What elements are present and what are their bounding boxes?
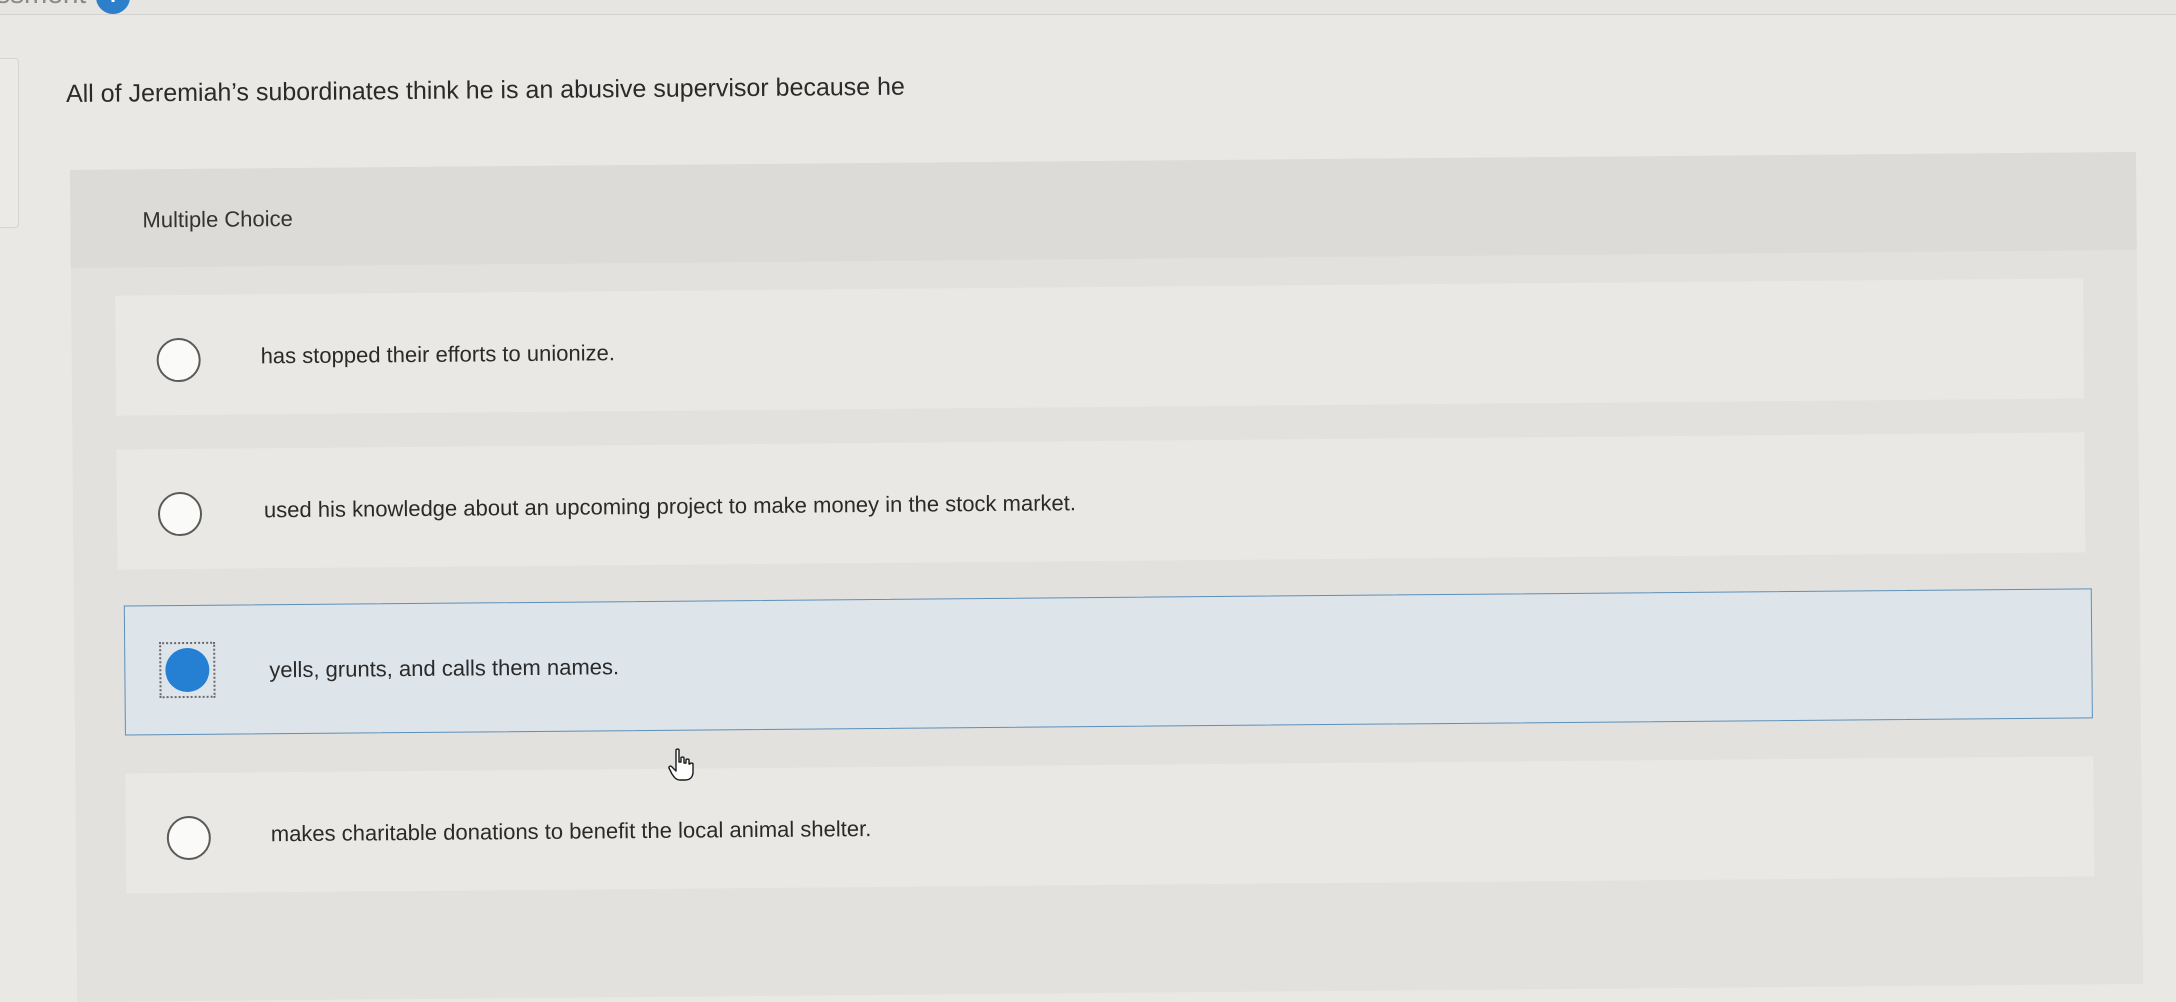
breadcrumb: ssment bbox=[0, 0, 86, 10]
answer-option-3[interactable]: yells, grunts, and calls them names. bbox=[123, 588, 2093, 736]
answer-option-label: has stopped their efforts to unionize. bbox=[260, 340, 616, 369]
side-tab bbox=[0, 58, 19, 228]
radio-button-selected[interactable] bbox=[165, 647, 210, 693]
question-type-label: Multiple Choice bbox=[142, 206, 293, 233]
answer-option-4[interactable]: makes charitable donations to benefit th… bbox=[125, 756, 2095, 894]
answer-option-label: yells, grunts, and calls them names. bbox=[269, 654, 620, 683]
top-strip: ssment i bbox=[0, 0, 2176, 15]
question-prompt: All of Jeremiah’s subordinates think he … bbox=[65, 72, 905, 108]
radio-button[interactable] bbox=[166, 815, 212, 861]
answer-option-label: used his knowledge about an upcoming pro… bbox=[263, 490, 1077, 523]
panel-header: Multiple Choice bbox=[70, 151, 2137, 268]
hand-pointer-icon bbox=[668, 748, 694, 781]
radio-button[interactable] bbox=[156, 337, 201, 383]
answer-option-label: makes charitable donations to benefit th… bbox=[270, 816, 872, 847]
answer-option-1[interactable]: has stopped their efforts to unionize. bbox=[115, 278, 2085, 416]
radio-button[interactable] bbox=[157, 491, 203, 537]
info-icon[interactable]: i bbox=[96, 0, 130, 14]
answer-option-2[interactable]: used his knowledge about an upcoming pro… bbox=[116, 432, 2086, 570]
answer-panel: Multiple Choice has stopped their effort… bbox=[70, 151, 2144, 1002]
